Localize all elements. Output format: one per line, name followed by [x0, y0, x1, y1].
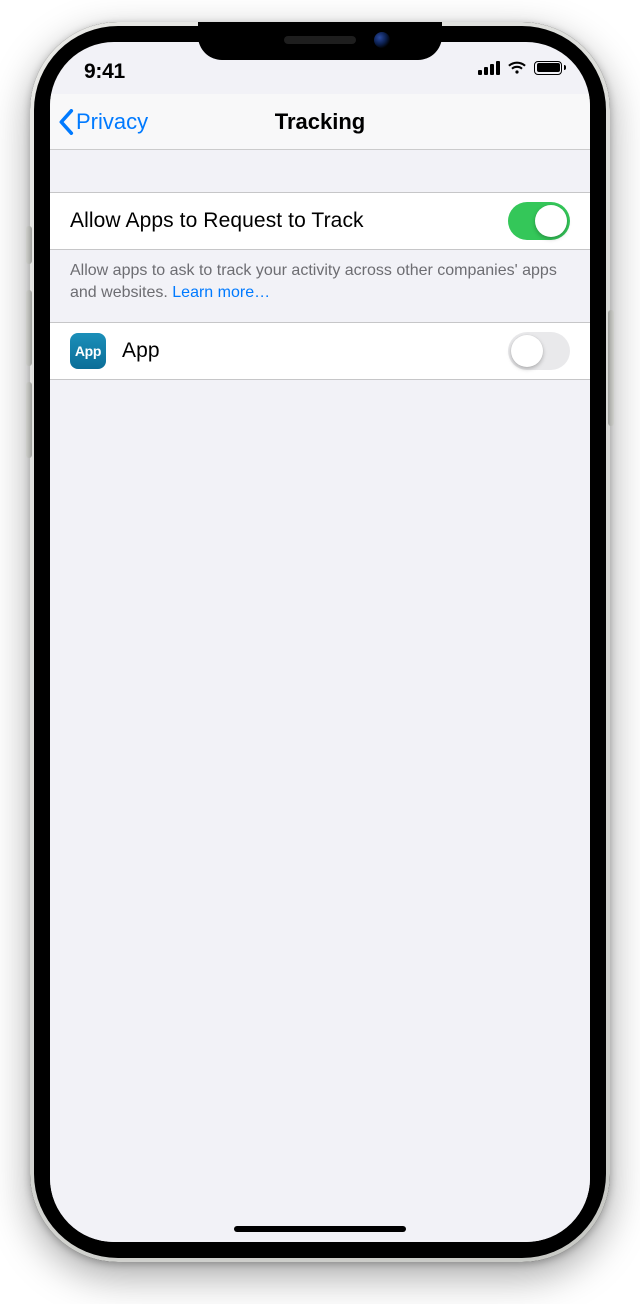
screen: 9:41 Tracking Privacy Allow A: [50, 42, 590, 1242]
speaker-grille: [284, 36, 356, 44]
allow-apps-request-track-label: Allow Apps to Request to Track: [70, 209, 508, 233]
navigation-bar: Tracking Privacy: [50, 94, 590, 150]
cellular-icon: [478, 61, 500, 75]
notch: [198, 22, 442, 60]
home-indicator[interactable]: [234, 1226, 406, 1232]
power-button: [608, 310, 614, 426]
front-camera: [374, 32, 390, 48]
silence-switch: [26, 226, 32, 264]
volume-up-button: [26, 290, 32, 366]
app-name-label: App: [122, 339, 508, 363]
battery-icon: [534, 61, 566, 75]
back-button[interactable]: Privacy: [58, 94, 148, 150]
phone-frame: 9:41 Tracking Privacy Allow A: [30, 22, 610, 1262]
status-time: 9:41: [84, 60, 125, 84]
allow-apps-request-track-row: Allow Apps to Request to Track: [50, 192, 590, 250]
app-tracking-toggle[interactable]: [508, 332, 570, 370]
wifi-icon: [507, 60, 527, 75]
content-area: Allow Apps to Request to Track Allow app…: [50, 150, 590, 1242]
back-label: Privacy: [76, 109, 148, 135]
section-footer: Allow apps to ask to track your activity…: [50, 250, 590, 322]
chevron-left-icon: [58, 109, 74, 135]
app-tracking-row: App App: [50, 322, 590, 380]
learn-more-link[interactable]: Learn more…: [172, 284, 270, 301]
app-icon: App: [70, 333, 106, 369]
footer-text: Allow apps to ask to track your activity…: [70, 262, 557, 301]
volume-down-button: [26, 382, 32, 458]
allow-apps-request-track-toggle[interactable]: [508, 202, 570, 240]
